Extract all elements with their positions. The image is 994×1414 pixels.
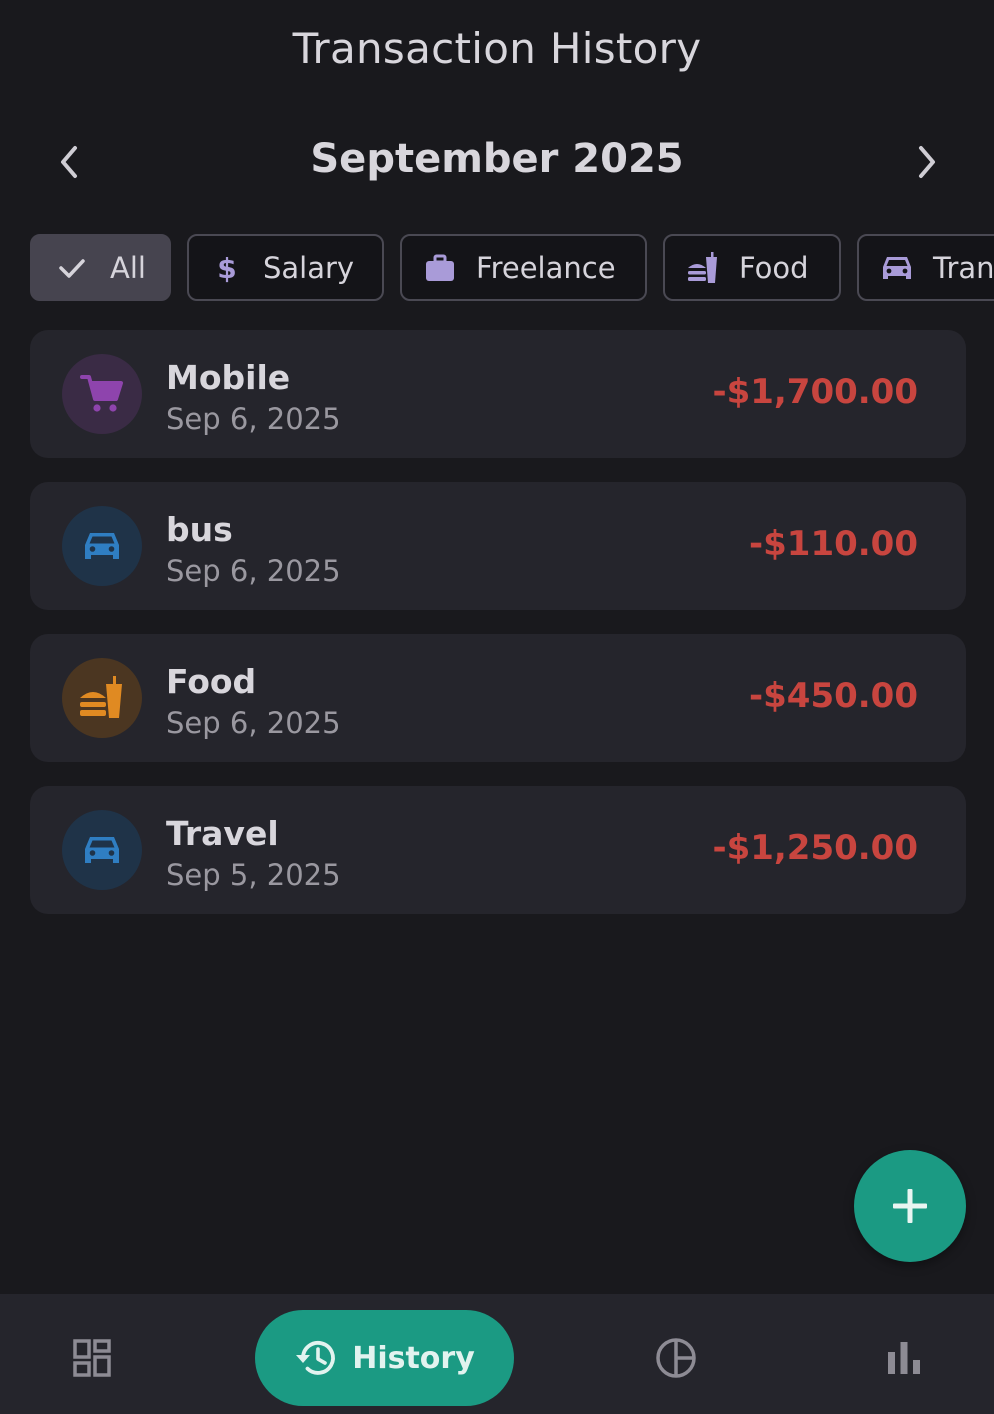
- transaction-name: Travel: [166, 814, 279, 853]
- shopping-cart-icon: [80, 375, 123, 412]
- month-label: September 2025: [310, 136, 684, 182]
- transaction-name: Food: [166, 662, 257, 701]
- nav-dashboard[interactable]: [52, 1310, 132, 1406]
- filter-chip-label: Food: [739, 250, 809, 285]
- category-avatar: [62, 810, 142, 890]
- transaction-amount: -$1,700.00: [712, 372, 918, 412]
- transaction-amount: -$1,250.00: [712, 828, 918, 868]
- transaction-name: Mobile: [166, 358, 291, 397]
- history-icon: [296, 1341, 336, 1375]
- fastfood-icon: [80, 676, 122, 718]
- transaction-item[interactable]: Travel Sep 5, 2025 -$1,250.00: [30, 786, 966, 914]
- transaction-date: Sep 6, 2025: [166, 706, 341, 740]
- dashboard-icon: [73, 1339, 111, 1377]
- transaction-date: Sep 5, 2025: [166, 858, 341, 892]
- filter-chip-label: All: [110, 250, 146, 285]
- fastfood-icon: [683, 248, 723, 288]
- page-title: Transaction History: [292, 24, 702, 73]
- transaction-amount: -$110.00: [749, 524, 918, 564]
- month-navigator: September 2025: [0, 130, 994, 194]
- filter-chip-transport[interactable]: Tran: [857, 234, 994, 301]
- dollar-icon: $: [207, 248, 247, 288]
- filter-chip-label: Salary: [263, 250, 355, 285]
- category-filter-bar: All $ Salary Freelance Food Tran: [30, 234, 994, 302]
- car-icon: [85, 533, 119, 559]
- transaction-date: Sep 6, 2025: [166, 402, 341, 436]
- check-icon: [52, 248, 92, 288]
- transaction-item[interactable]: Food Sep 6, 2025 -$450.00: [30, 634, 966, 762]
- bottom-navigation: History: [0, 1294, 994, 1414]
- chevron-right-icon: [919, 146, 935, 178]
- nav-pie-chart[interactable]: [636, 1310, 716, 1406]
- app-screen: Transaction History September 2025 All $…: [0, 0, 994, 1414]
- car-icon: [85, 837, 119, 863]
- nav-history[interactable]: History: [255, 1310, 514, 1406]
- filter-chip-freelance[interactable]: Freelance: [400, 234, 647, 301]
- transaction-name: bus: [166, 510, 233, 549]
- add-transaction-button[interactable]: [854, 1150, 966, 1262]
- filter-chip-food[interactable]: Food: [663, 234, 841, 301]
- category-avatar: [62, 658, 142, 738]
- filter-chip-salary[interactable]: $ Salary: [187, 234, 384, 301]
- filter-chip-label: Tran: [933, 250, 994, 285]
- nav-history-label: History: [352, 1340, 475, 1376]
- filter-chip-label: Freelance: [476, 250, 616, 285]
- category-avatar: [62, 354, 142, 434]
- svg-text:$: $: [217, 252, 236, 285]
- pie-chart-icon: [656, 1338, 696, 1378]
- transaction-date: Sep 6, 2025: [166, 554, 341, 588]
- plus-icon: [893, 1189, 927, 1223]
- briefcase-icon: [420, 248, 460, 288]
- car-icon: [877, 248, 917, 288]
- transaction-item[interactable]: bus Sep 6, 2025 -$110.00: [30, 482, 966, 610]
- next-month-button[interactable]: [902, 138, 950, 186]
- nav-statistics[interactable]: [864, 1310, 944, 1406]
- category-avatar: [62, 506, 142, 586]
- transaction-item[interactable]: Mobile Sep 6, 2025 -$1,700.00: [30, 330, 966, 458]
- filter-chip-all[interactable]: All: [30, 234, 171, 301]
- transaction-amount: -$450.00: [749, 676, 918, 716]
- bar-chart-icon: [888, 1342, 920, 1374]
